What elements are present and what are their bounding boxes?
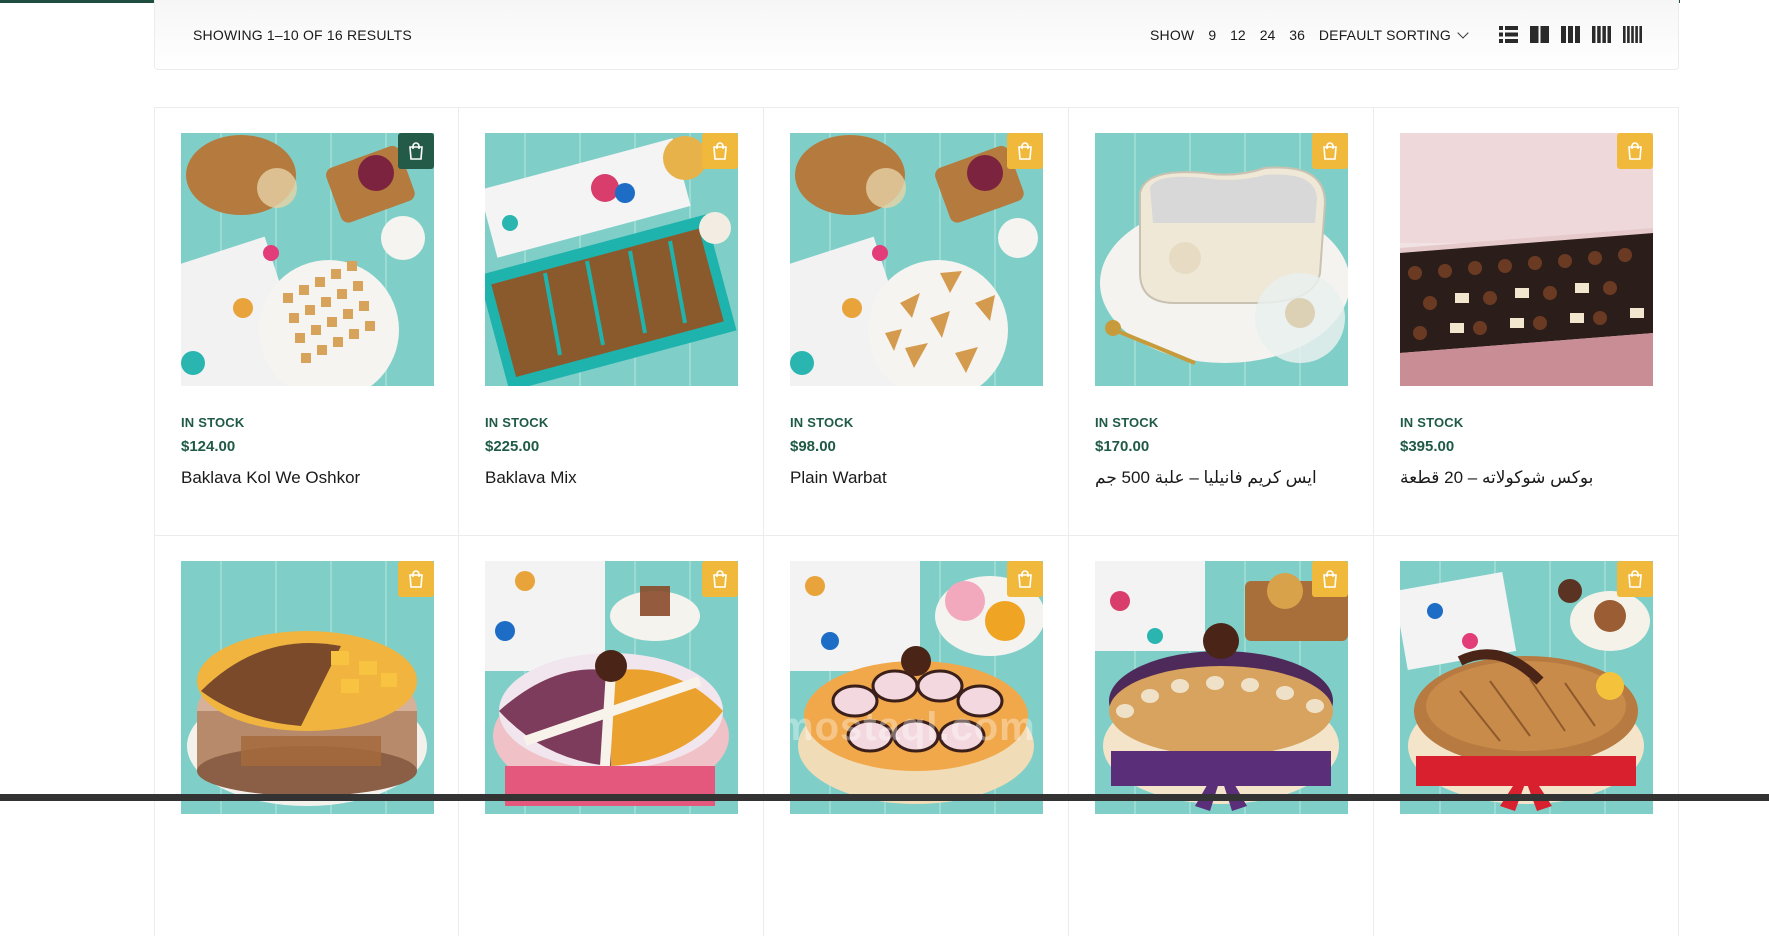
product-card[interactable] [1069,536,1374,936]
product-card[interactable]: IN STOCK $225.00 Baklava Mix [459,108,764,536]
product-price: $395.00 [1400,438,1653,455]
shopping-bag-icon [1322,142,1338,160]
product-card[interactable]: IN STOCK $124.00 Baklava Kol We Oshkor [154,108,459,536]
shopping-bag-icon [712,570,728,588]
per-page-option[interactable]: 12 [1230,27,1246,43]
product-price: $98.00 [790,438,1043,455]
product-price: $170.00 [1095,438,1348,455]
product-image[interactable] [1095,133,1348,386]
grid-4-icon[interactable] [1592,26,1611,43]
product-image[interactable] [790,133,1043,386]
shop-toolbar: SHOWING 1–10 OF 16 RESULTS SHOW 9 12 24 … [154,0,1679,70]
product-card[interactable]: IN STOCK $170.00 ايس كريم فانيليا – علبة… [1069,108,1374,536]
per-page-option[interactable]: 24 [1260,27,1276,43]
add-to-cart-button[interactable] [398,133,434,169]
add-to-cart-button[interactable] [702,561,738,597]
product-image[interactable] [1400,561,1653,814]
product-price: $225.00 [485,438,738,455]
stock-status: IN STOCK [485,415,738,430]
product-price: $124.00 [181,438,433,455]
product-image[interactable] [181,133,434,386]
add-to-cart-button[interactable] [702,133,738,169]
add-to-cart-button[interactable] [1312,561,1348,597]
show-label: SHOW [1150,27,1194,43]
sorting-label: DEFAULT SORTING [1319,27,1451,43]
product-image[interactable] [790,561,1043,814]
product-card[interactable]: IN STOCK $395.00 بوكس شوكولاته – 20 قطعة [1374,108,1679,536]
product-card[interactable]: IN STOCK $98.00 Plain Warbat [764,108,1069,536]
view-switcher [1499,26,1642,43]
shopping-bag-icon [1627,142,1643,160]
list-view-icon[interactable] [1499,26,1518,43]
results-count: SHOWING 1–10 OF 16 RESULTS [193,27,412,43]
product-grid: IN STOCK $124.00 Baklava Kol We Oshkor I… [154,107,1679,936]
shopping-bag-icon [712,142,728,160]
product-image[interactable] [181,561,434,814]
stock-status: IN STOCK [181,415,433,430]
product-image[interactable] [1095,561,1348,814]
shopping-bag-icon [1017,142,1033,160]
product-card[interactable] [459,536,764,936]
grid-5-icon[interactable] [1623,26,1642,43]
product-card[interactable] [154,536,459,936]
product-title[interactable]: Baklava Kol We Oshkor [181,468,433,488]
product-image[interactable] [485,561,738,814]
grid-2-icon[interactable] [1530,26,1549,43]
bottom-scrollbar [0,794,1769,801]
sorting-dropdown[interactable]: DEFAULT SORTING [1319,27,1467,43]
per-page-option[interactable]: 9 [1208,27,1216,43]
product-title[interactable]: Plain Warbat [790,468,1043,488]
product-title[interactable]: ايس كريم فانيليا – علبة 500 جم [1095,468,1348,488]
add-to-cart-button[interactable] [1617,561,1653,597]
product-title[interactable]: بوكس شوكولاته – 20 قطعة [1400,468,1653,488]
grid-3-icon[interactable] [1561,26,1580,43]
product-card[interactable] [1374,536,1679,936]
shopping-bag-icon [1322,570,1338,588]
product-card[interactable] [764,536,1069,936]
per-page-selector: SHOW 9 12 24 36 [1150,27,1305,43]
product-title[interactable]: Baklava Mix [485,468,738,488]
shopping-bag-icon [408,570,424,588]
per-page-option[interactable]: 36 [1289,27,1305,43]
shopping-bag-icon [408,142,424,160]
add-to-cart-button[interactable] [1312,133,1348,169]
stock-status: IN STOCK [1095,415,1348,430]
shopping-bag-icon [1017,570,1033,588]
toolbar-controls: SHOW 9 12 24 36 DEFAULT SORTING [1150,26,1642,43]
add-to-cart-button[interactable] [1617,133,1653,169]
stock-status: IN STOCK [1400,415,1653,430]
add-to-cart-button[interactable] [398,561,434,597]
product-image[interactable] [1400,133,1653,386]
stock-status: IN STOCK [790,415,1043,430]
add-to-cart-button[interactable] [1007,133,1043,169]
add-to-cart-button[interactable] [1007,561,1043,597]
product-image[interactable] [485,133,738,386]
shopping-bag-icon [1627,570,1643,588]
chevron-down-icon [1457,27,1468,38]
